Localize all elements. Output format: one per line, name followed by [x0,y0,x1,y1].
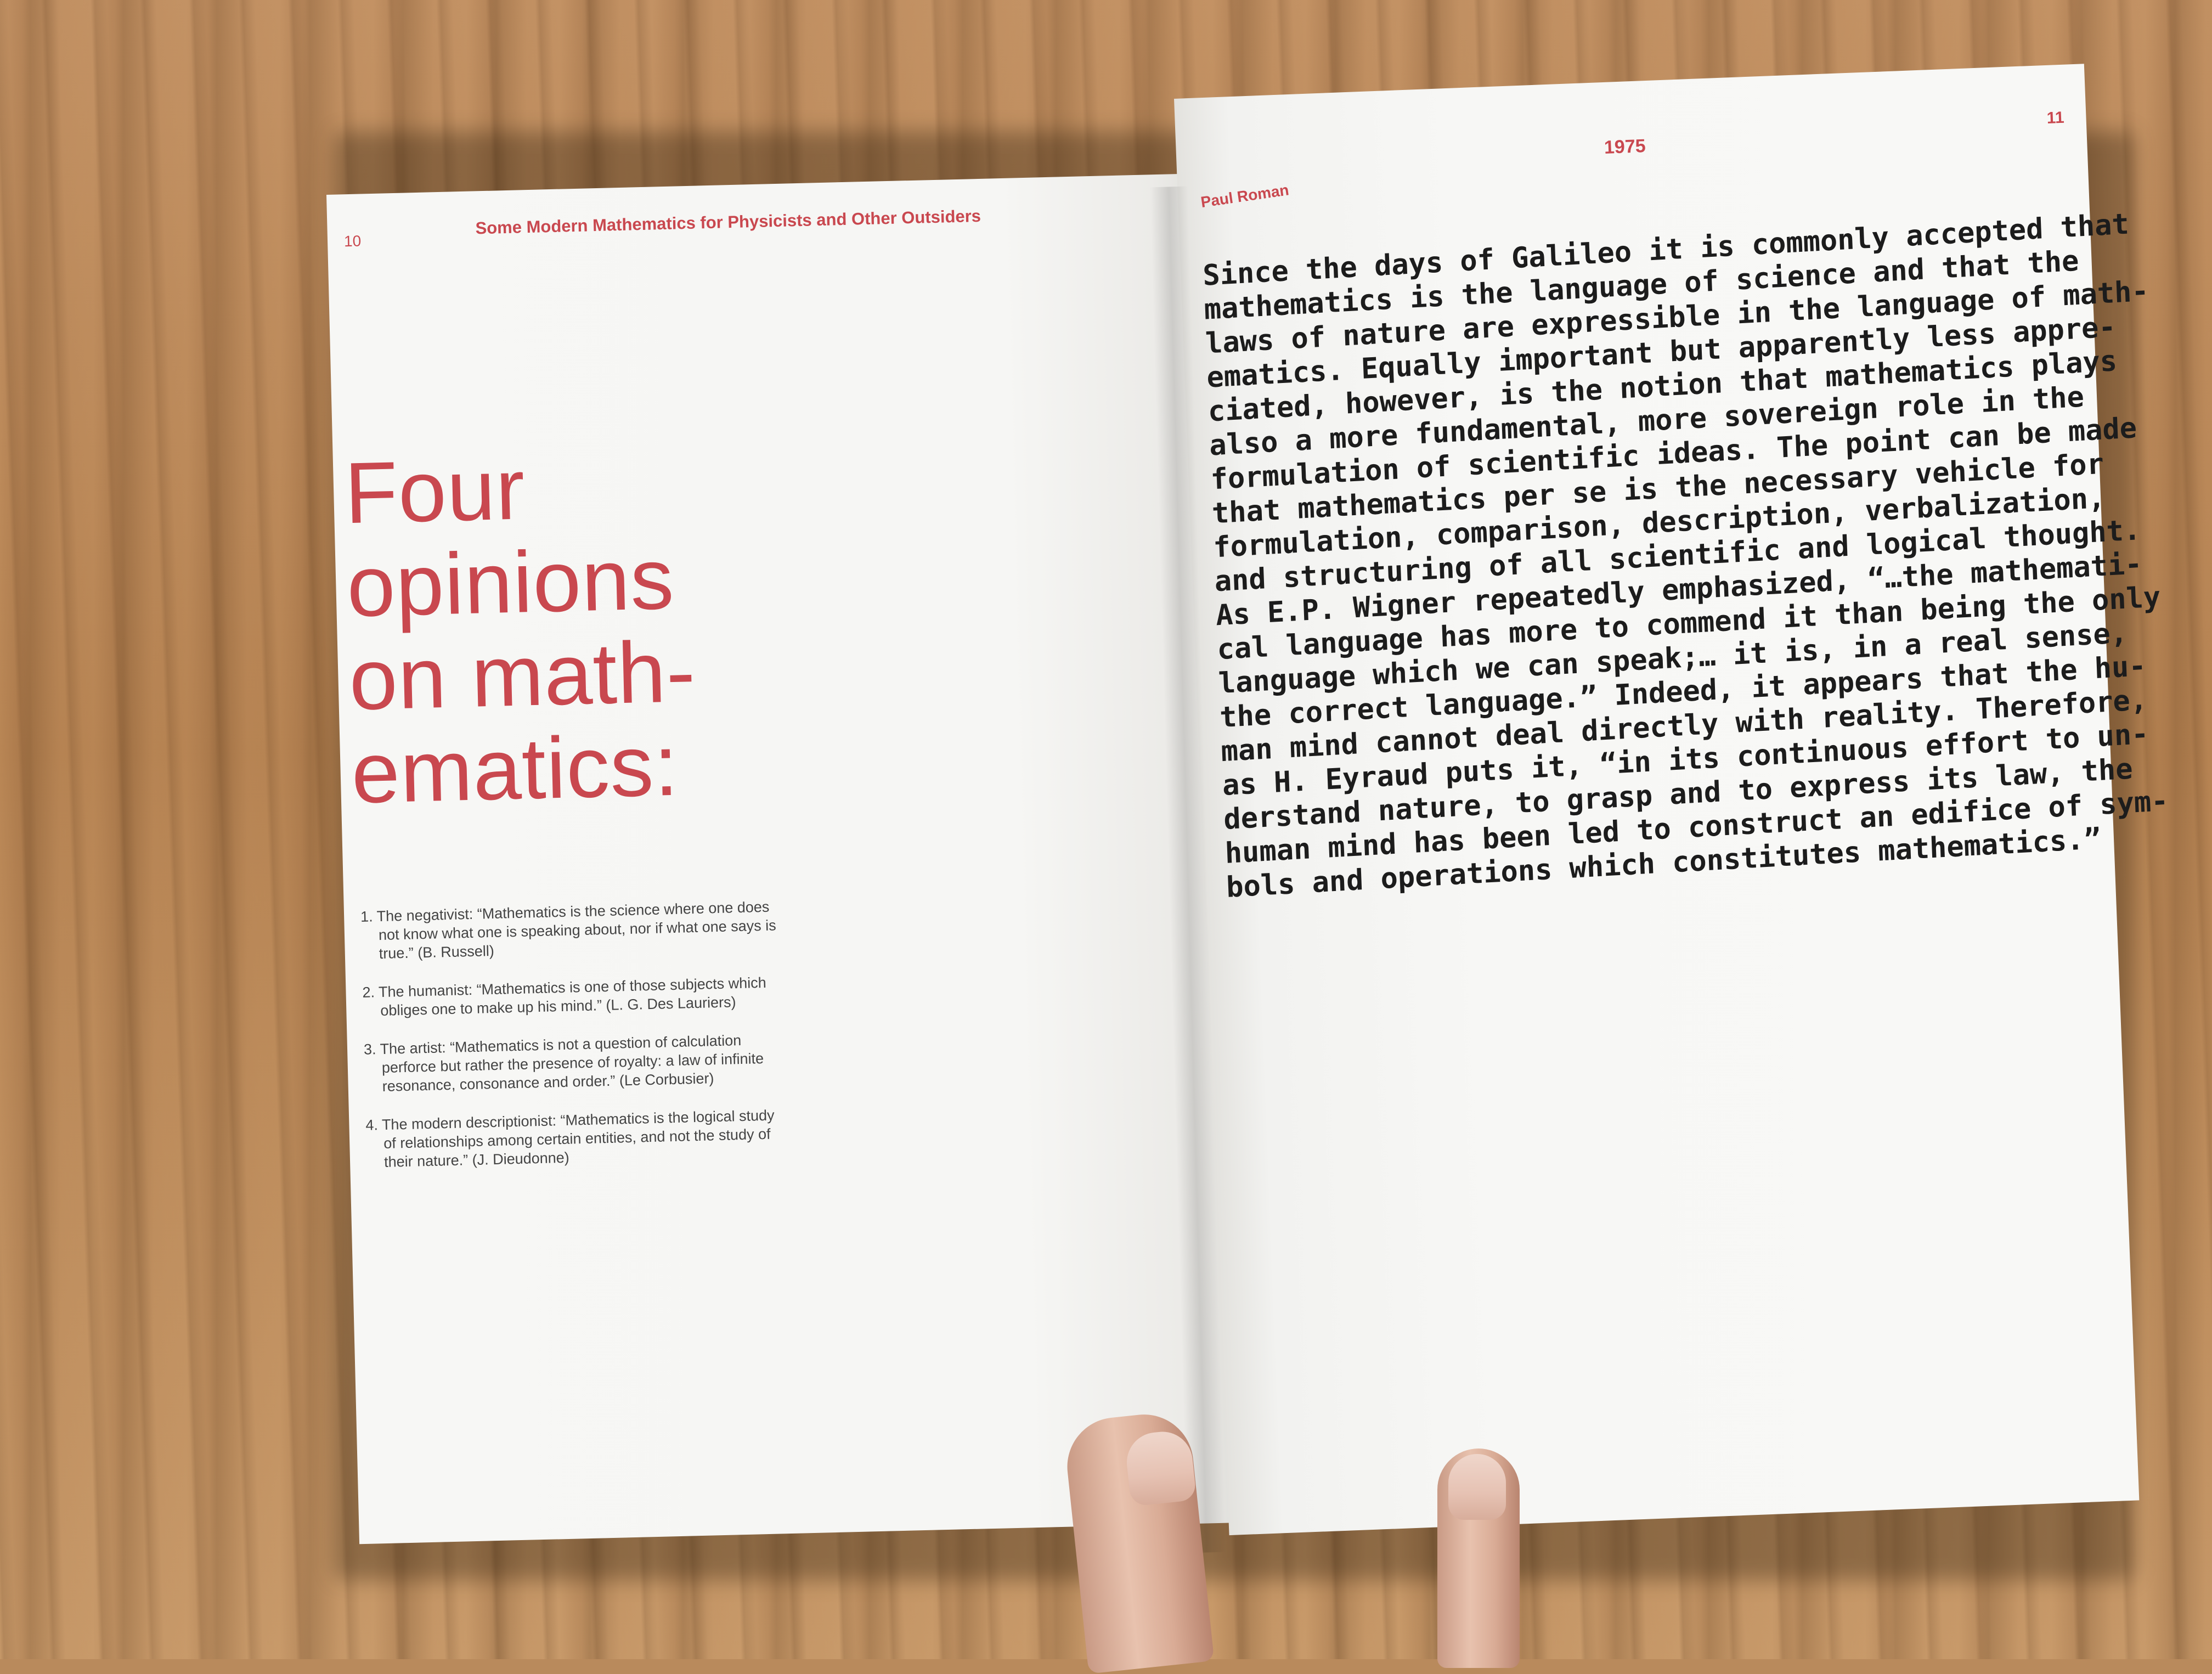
fingernail-right [1448,1454,1506,1520]
opinion-item: 1. The negativist: “Mathematics is the s… [360,898,777,962]
year-header: 1975 [1604,136,1646,158]
page-number-left: 10 [343,232,362,250]
headline-line: ematics: [350,717,680,822]
opinion-item: 2. The humanist: “Mathematics is one of … [362,974,767,1019]
headline: Four opinions on math- ematics: [343,433,901,822]
right-page: 11 1975 Paul Roman Since the days of Gal… [1174,64,2169,1536]
left-page: 10 Some Modern Mathematics for Physicist… [326,173,1256,1545]
page-number-right: 11 [2046,108,2065,127]
author-name: Paul Roman [1199,181,1290,211]
headline-line: on math- [348,623,697,729]
headline-line: Four [343,441,527,542]
opinion-item: 4. The modern descriptionist: “Mathemati… [365,1107,775,1170]
running-title: Some Modern Mathematics for Physicists a… [475,206,981,238]
body-text: Since the days of Galileo it is commonly… [1202,207,2169,905]
opinions-list: 1. The negativist: “Mathematics is the s… [360,897,784,1191]
opinion-item: 3. The artist: “Mathematics is not a que… [363,1032,764,1095]
headline-line: opinions [346,530,676,635]
